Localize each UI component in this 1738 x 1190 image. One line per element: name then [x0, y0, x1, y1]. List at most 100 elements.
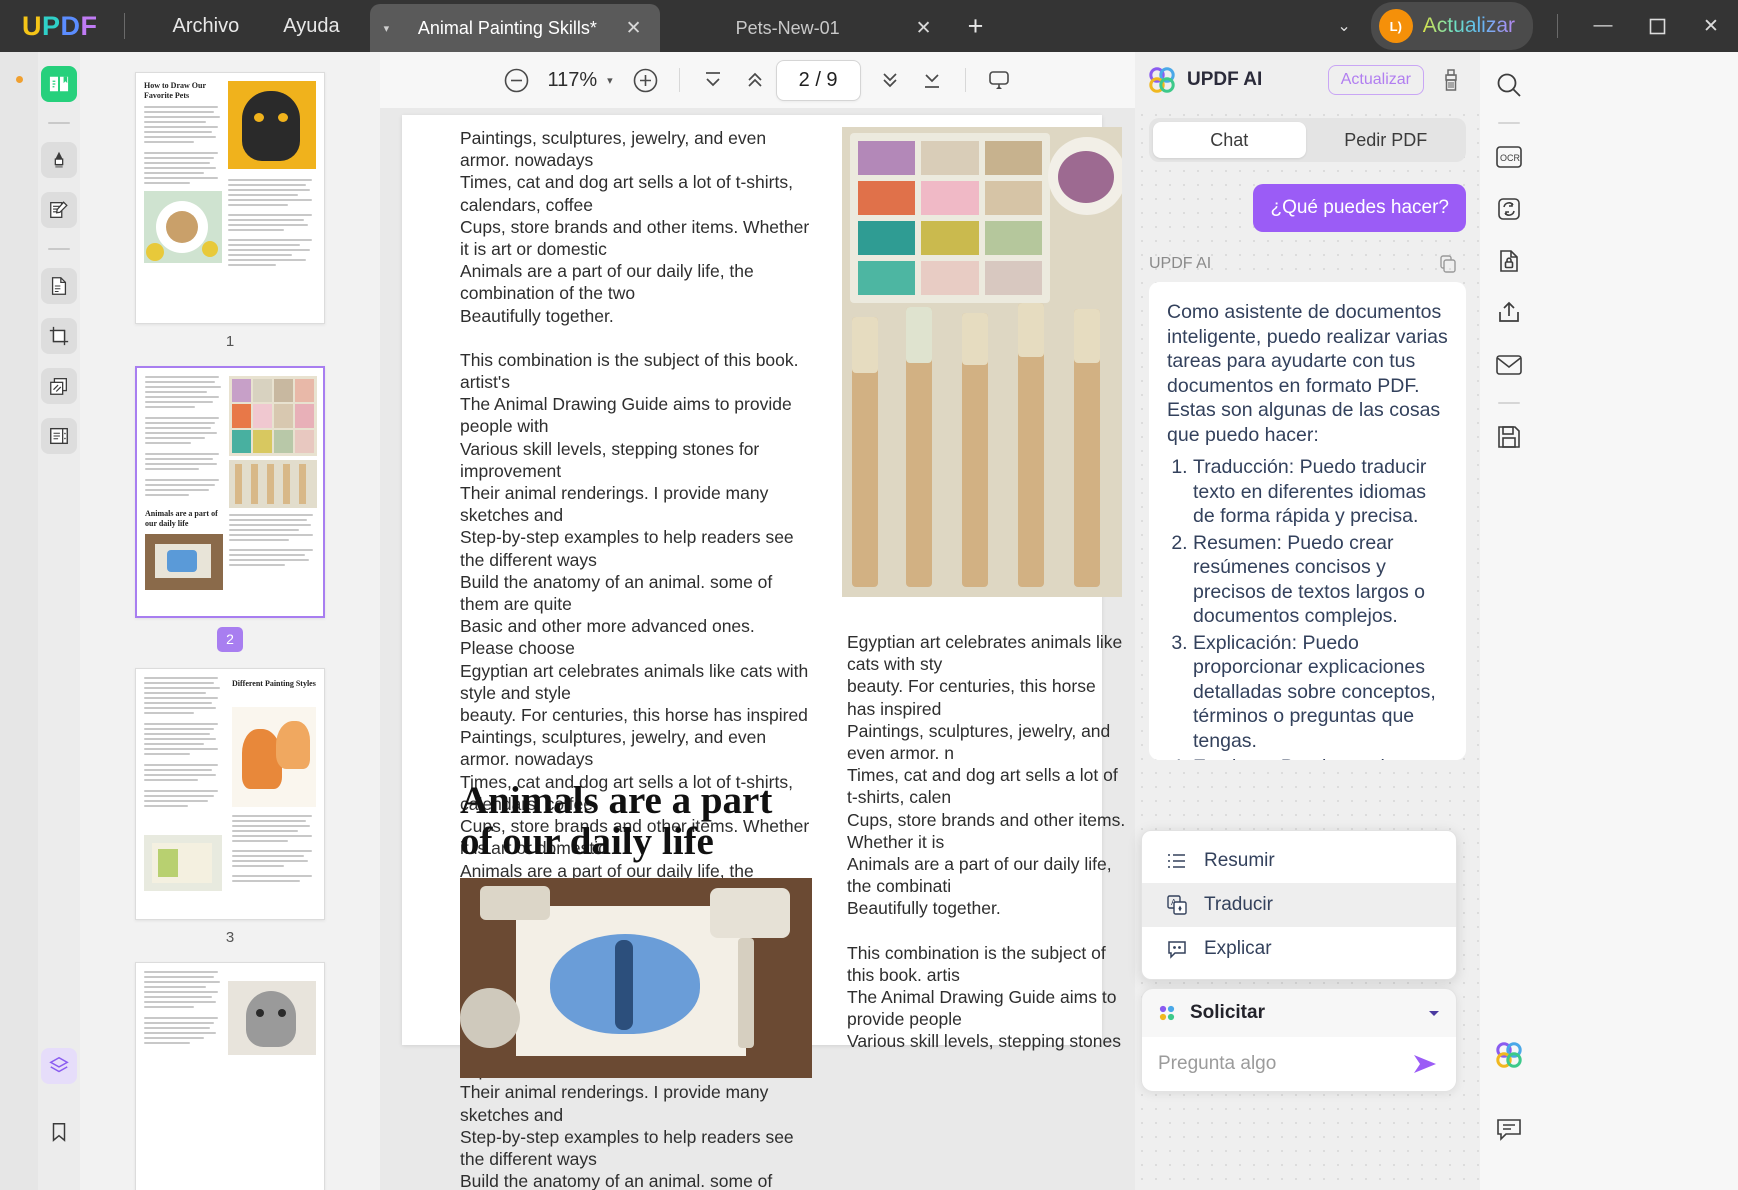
thumbnail-title: How to Draw Our Favorite Pets: [144, 81, 206, 100]
menu-item-resumir[interactable]: Resumir: [1142, 839, 1456, 883]
thumbnail-page-4[interactable]: [135, 962, 325, 1190]
prev-page-icon[interactable]: [734, 59, 776, 101]
zoom-dropdown-chevron-icon[interactable]: ▾: [607, 74, 613, 87]
list-icon: [1166, 850, 1188, 872]
doc-line: beauty. For centuries, this horse has in…: [460, 705, 808, 726]
doc-line: Cups, store brands and other items. Whet…: [460, 216, 810, 260]
thumbnail-item[interactable]: Different Painting Styles 3: [135, 668, 325, 946]
ai-action-menu: Resumir A Traducir: [1141, 830, 1457, 980]
doc-line: Step-by-step examples to help readers se…: [460, 1126, 794, 1169]
ai-response-list-item: Resumen: Puedo crear resúmenes concisos …: [1193, 531, 1448, 629]
first-page-icon[interactable]: [692, 59, 734, 101]
doc-line: The Animal Drawing Guide aims to provide…: [847, 987, 1117, 1030]
tab-chat[interactable]: Chat: [1153, 122, 1306, 158]
ai-panel-header: UPDF AI Actualizar: [1135, 52, 1480, 108]
sidebar-bookmark[interactable]: [41, 1114, 77, 1150]
page-indicator[interactable]: 2 / 9: [775, 59, 861, 101]
left-tool-rail: [38, 52, 80, 1190]
thumbnail-item[interactable]: [135, 962, 325, 1190]
thumbnail-page-2[interactable]: Animals are a part of our daily life: [135, 366, 325, 618]
ai-panel-body: Chat Pedir PDF ¿Qué puedes hacer? UPDF A…: [1135, 108, 1480, 1190]
solicitar-header[interactable]: Solicitar: [1142, 989, 1456, 1037]
sidebar-ai-layers[interactable]: [41, 1048, 77, 1084]
tab-title: Pets-New-01: [735, 17, 840, 38]
thumbnail-image: [228, 981, 316, 1055]
tab-animal-painting-skills[interactable]: ▾ Animal Painting Skills* ✕: [369, 4, 660, 52]
thumbnail-number: 3: [225, 929, 235, 946]
maximize-button[interactable]: [1630, 0, 1684, 52]
tab-pedir-pdf[interactable]: Pedir PDF: [1310, 122, 1463, 158]
translate-icon: A: [1166, 894, 1188, 916]
doc-line: Build the anatomy of an animal. some of …: [460, 1171, 773, 1190]
next-page-icon[interactable]: [869, 59, 911, 101]
ai-response-intro: Como asistente de documentos inteligente…: [1167, 301, 1448, 446]
send-icon[interactable]: [1410, 1051, 1440, 1077]
update-button[interactable]: L) Actualizar: [1370, 2, 1533, 50]
solicitar-input-row[interactable]: [1142, 1037, 1456, 1091]
doc-line: Paintings, sculptures, jewelry, and even…: [460, 727, 767, 770]
rail-divider: [1498, 122, 1520, 124]
menu-item-label: Resumir: [1204, 850, 1275, 871]
zoom-out-icon[interactable]: [495, 59, 537, 101]
menu-item-traducir[interactable]: A Traducir: [1142, 883, 1456, 927]
convert-icon[interactable]: [1489, 188, 1529, 230]
search-icon[interactable]: [1489, 64, 1529, 106]
save-icon[interactable]: [1489, 416, 1529, 458]
present-icon[interactable]: [978, 59, 1020, 101]
ai-assistant-icon[interactable]: [1489, 1034, 1529, 1076]
sidebar-read-mode[interactable]: [41, 66, 77, 102]
doc-line: Their animal renderings. I provide many …: [460, 1082, 769, 1125]
close-icon[interactable]: ✕: [916, 17, 932, 40]
chevron-down-icon[interactable]: ▾: [384, 22, 390, 35]
comment-icon[interactable]: [1489, 1108, 1529, 1150]
chevron-down-icon[interactable]: [1426, 1005, 1442, 1021]
sidebar-convert[interactable]: [41, 368, 77, 404]
sidebar-organize-pages[interactable]: [41, 268, 77, 304]
sidebar-annotate-highlighter[interactable]: [41, 142, 77, 178]
ai-update-button[interactable]: Actualizar: [1327, 65, 1424, 95]
share-icon[interactable]: [1489, 292, 1529, 334]
doc-line: Beautifully together.: [847, 898, 1001, 919]
thumbnail-image: [228, 81, 316, 169]
tab-pets-new-01[interactable]: Pets-New-01 ✕: [660, 4, 950, 52]
sidebar-forms[interactable]: [41, 418, 77, 454]
solicitar-title: Solicitar: [1190, 1002, 1265, 1023]
thumbnail-page-1[interactable]: How to Draw Our Favorite Pets: [135, 72, 325, 324]
copy-icon[interactable]: [1438, 254, 1458, 274]
update-badge-icon: L): [1378, 9, 1413, 43]
document-view[interactable]: Paintings, sculptures, jewelry, and even…: [380, 108, 1135, 1190]
pdf-page: Paintings, sculptures, jewelry, and even…: [402, 115, 1125, 1190]
zoom-level-value[interactable]: 117%: [547, 69, 597, 92]
prompt-input[interactable]: [1158, 1053, 1410, 1075]
last-page-icon[interactable]: [911, 59, 953, 101]
ocr-icon[interactable]: OCR: [1489, 136, 1529, 178]
ai-response-list-item: Escritura: Puedo ayudarte a: [1193, 755, 1448, 760]
rail-divider: [48, 248, 70, 250]
new-tab-button[interactable]: +: [950, 4, 1002, 52]
sidebar-edit-pdf[interactable]: [41, 192, 77, 228]
menu-archivo[interactable]: Archivo: [151, 15, 262, 38]
tab-title: Animal Painting Skills*: [417, 17, 597, 38]
right-rail-bottom: [1480, 1034, 1538, 1160]
tab-list-chevron-icon[interactable]: ⌄: [1317, 16, 1370, 36]
minimize-button[interactable]: —: [1576, 0, 1630, 52]
thumbnail-pane[interactable]: How to Draw Our Favorite Pets 1 Animals …: [80, 52, 380, 1190]
close-icon[interactable]: ✕: [626, 17, 642, 40]
mail-icon[interactable]: [1489, 344, 1529, 386]
ai-response-list-item: Traducción: Puedo traducir texto en dife…: [1193, 455, 1448, 529]
solicitar-composer: Solicitar: [1141, 988, 1457, 1092]
close-button[interactable]: ✕: [1684, 0, 1738, 52]
doc-line: This combination is the subject of this …: [847, 942, 1106, 985]
thumbnail-page-3[interactable]: Different Painting Styles: [135, 668, 325, 920]
thumbnail-number: 2: [217, 627, 243, 652]
clear-chat-brush-icon[interactable]: [1434, 63, 1468, 97]
thumbnail-item[interactable]: Animals are a part of our daily life 2: [135, 366, 325, 652]
four-dots-icon: [1156, 1002, 1178, 1024]
thumbnail-item[interactable]: How to Draw Our Favorite Pets 1: [135, 72, 325, 350]
zoom-in-icon[interactable]: [625, 59, 667, 101]
protect-icon[interactable]: [1489, 240, 1529, 282]
menu-item-explicar[interactable]: Explicar: [1142, 927, 1456, 971]
sidebar-crop-page[interactable]: [41, 318, 77, 354]
ai-panel: UPDF AI Actualizar Chat Pedir PDF ¿Qué p…: [1135, 52, 1480, 1190]
menu-ayuda[interactable]: Ayuda: [261, 15, 361, 38]
